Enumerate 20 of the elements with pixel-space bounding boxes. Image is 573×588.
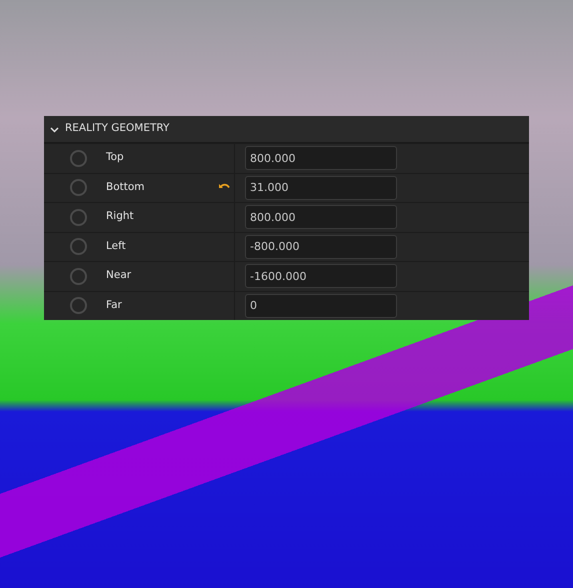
value-input[interactable]: -800.000 bbox=[245, 234, 397, 259]
property-label: Left bbox=[106, 238, 126, 254]
value-input[interactable]: -1600.000 bbox=[245, 264, 397, 288]
panel-title: REALITY GEOMETRY bbox=[65, 121, 170, 136]
keyframe-toggle[interactable] bbox=[70, 208, 87, 226]
value-input[interactable]: 0 bbox=[245, 294, 397, 318]
property-label: Far bbox=[106, 298, 122, 313]
value-input[interactable]: 31.000 bbox=[245, 176, 397, 200]
keyframe-toggle[interactable] bbox=[70, 150, 87, 167]
keyframe-toggle[interactable] bbox=[70, 268, 87, 285]
value-input[interactable]: 800.000 bbox=[245, 205, 397, 230]
value-input[interactable]: 800.000 bbox=[245, 146, 397, 170]
chevron-icon[interactable] bbox=[50, 124, 59, 134]
property-label: Right bbox=[106, 209, 134, 224]
property-label: Top bbox=[106, 150, 124, 166]
keyframe-toggle[interactable] bbox=[70, 297, 87, 314]
property-label: Near bbox=[106, 268, 132, 284]
property-label: Bottom bbox=[106, 180, 145, 195]
keyframe-toggle[interactable] bbox=[70, 179, 87, 196]
keyframe-toggle[interactable] bbox=[70, 238, 87, 256]
